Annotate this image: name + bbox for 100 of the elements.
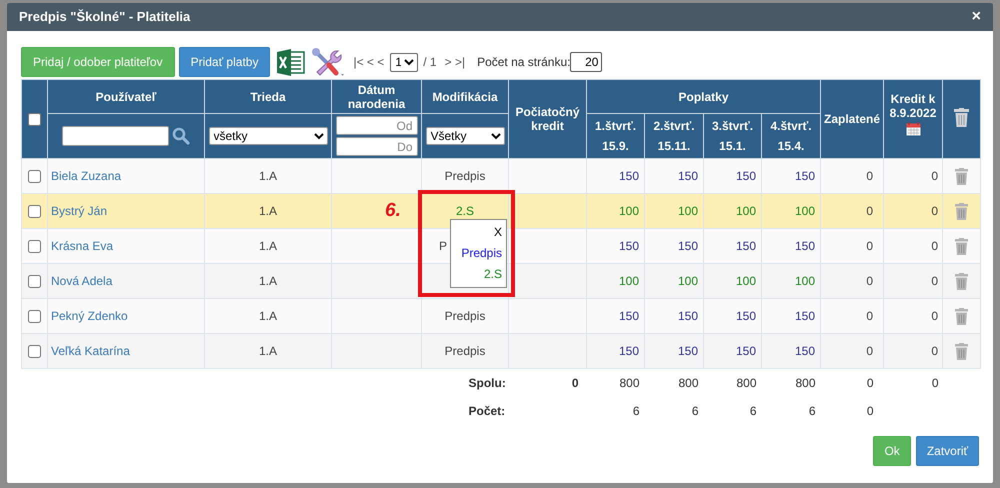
user-link[interactable]: Pekný Zdenko: [51, 309, 128, 323]
class-text: 1.A: [258, 274, 277, 288]
paid-amount: 0: [866, 169, 874, 183]
column-header-label: 15.4.: [776, 138, 806, 155]
trash-icon[interactable]: [955, 343, 968, 360]
column-header-label: Dátum narodenia: [346, 82, 406, 110]
class-text: 1.A: [258, 309, 277, 323]
column-header-label: Zaplatené: [824, 112, 880, 126]
class-text: 1.A: [258, 169, 277, 183]
trash-icon: [954, 108, 970, 127]
trash-icon[interactable]: [955, 273, 968, 290]
dialog-button[interactable]: Zatvoriť: [916, 436, 979, 466]
calendar-icon[interactable]: [906, 122, 921, 136]
fee-amount: 150: [794, 169, 816, 183]
fee-amount: 150: [618, 169, 639, 183]
user-link[interactable]: Nová Adela: [51, 274, 112, 288]
class-text: 1.A: [258, 239, 277, 253]
fee-amount: 150: [736, 239, 756, 253]
column-header-label: Modifikácia: [431, 90, 499, 104]
total-value: 0: [866, 404, 874, 418]
credit-amount: 0: [931, 274, 938, 288]
page-size-label: Počet na stránku:: [477, 54, 570, 71]
column-header-label: 15.9.: [601, 138, 630, 155]
user-link[interactable]: Krásna Eva: [51, 239, 114, 253]
pager-back-links[interactable]: |< < <: [353, 53, 384, 71]
trash-icon[interactable]: [955, 203, 968, 220]
column-header-label: Kredit k 8.9.2022: [888, 92, 938, 120]
fee-amount: 150: [678, 344, 698, 358]
fee-amount: 150: [794, 344, 816, 358]
column-header-label: 4.štvrť.: [769, 118, 813, 135]
credit-amount: 0: [931, 344, 938, 358]
fee-amount: 150: [678, 169, 698, 183]
total-value: 800: [619, 376, 640, 390]
toolbar-button[interactable]: Pridať platby: [178, 47, 270, 77]
column-header-label: 15.11.: [656, 138, 692, 155]
total-value: 6: [808, 404, 816, 418]
fee-amount: 150: [736, 309, 756, 323]
total-value: 0: [866, 376, 874, 390]
modification-text: 2.S: [456, 204, 474, 218]
user-link[interactable]: Biela Zuzana: [51, 169, 122, 183]
fee-amount: 150: [678, 309, 698, 323]
fee-amount: 150: [794, 309, 816, 323]
menu-item[interactable]: Predpis: [461, 243, 506, 264]
total-label: Počet:: [468, 404, 506, 418]
menu-item[interactable]: 2.S: [484, 264, 506, 285]
column-header-label: Poplatky: [678, 90, 729, 104]
column-header-label: 2.štvrť.: [652, 118, 696, 135]
user-link[interactable]: Bystrý Ján: [51, 204, 108, 218]
fee-amount: 150: [618, 344, 639, 358]
fee-amount: 150: [678, 239, 698, 253]
toolbar-button[interactable]: Pridaj / odober platiteľov: [21, 47, 175, 77]
modification-text: Predpis: [444, 309, 486, 323]
column-header-label: 15.1.: [718, 138, 747, 155]
modification-text: P: [439, 239, 448, 253]
search-field[interactable]: [62, 126, 169, 146]
paid-amount: 0: [866, 239, 874, 253]
fee-amount: 100: [678, 204, 698, 218]
total-label: Spolu:: [468, 376, 506, 390]
credit-amount: 0: [931, 169, 938, 183]
column-header-label: Používateľ: [94, 90, 158, 104]
pager-forward-links[interactable]: > >|: [444, 53, 466, 71]
trash-icon[interactable]: [955, 238, 968, 256]
select-all-checkbox[interactable]: [28, 113, 41, 126]
spreadsheet-icon[interactable]: [276, 48, 306, 76]
trash-icon[interactable]: [955, 168, 968, 186]
page-count: / 1: [423, 54, 437, 71]
total-value: 0: [572, 376, 578, 390]
class-text: 1.A: [258, 204, 277, 218]
paid-amount: 0: [866, 274, 874, 288]
dialog-button[interactable]: Ok: [873, 436, 911, 466]
search-icon[interactable]: [172, 127, 190, 145]
trash-icon[interactable]: [955, 308, 968, 326]
fee-amount: 150: [736, 169, 756, 183]
row-checkbox[interactable]: [28, 345, 41, 358]
total-value: 800: [795, 376, 816, 390]
date-field[interactable]: Od: [336, 116, 418, 135]
fee-amount: 100: [618, 274, 639, 288]
page-size-field[interactable]: 20: [570, 52, 602, 72]
fee-amount: 150: [618, 309, 639, 323]
row-checkbox[interactable]: [28, 170, 41, 184]
filter-select[interactable]: Všetky: [426, 127, 504, 145]
row-checkbox[interactable]: [28, 310, 41, 324]
fee-amount: 100: [794, 204, 816, 218]
total-value: 6: [692, 404, 698, 418]
fee-amount: 100: [794, 274, 816, 288]
fee-amount: 150: [736, 344, 756, 358]
close-button[interactable]: ×: [972, 9, 981, 25]
window-title: Predpis "Školné" - Platitelia: [19, 8, 190, 26]
row-checkbox[interactable]: [28, 205, 41, 218]
date-field[interactable]: Do: [336, 137, 418, 156]
page-select[interactable]: 1: [390, 52, 418, 72]
fee-amount: 150: [794, 239, 816, 253]
menu-item[interactable]: X: [494, 222, 506, 243]
credit-amount: 0: [931, 309, 938, 323]
paid-amount: 0: [866, 204, 874, 218]
column-header-label: 3.štvrť.: [710, 118, 754, 135]
step-label: 6.: [385, 199, 401, 223]
row-checkbox[interactable]: [28, 275, 41, 288]
row-checkbox[interactable]: [28, 240, 41, 254]
filter-select[interactable]: všetky: [208, 127, 328, 145]
